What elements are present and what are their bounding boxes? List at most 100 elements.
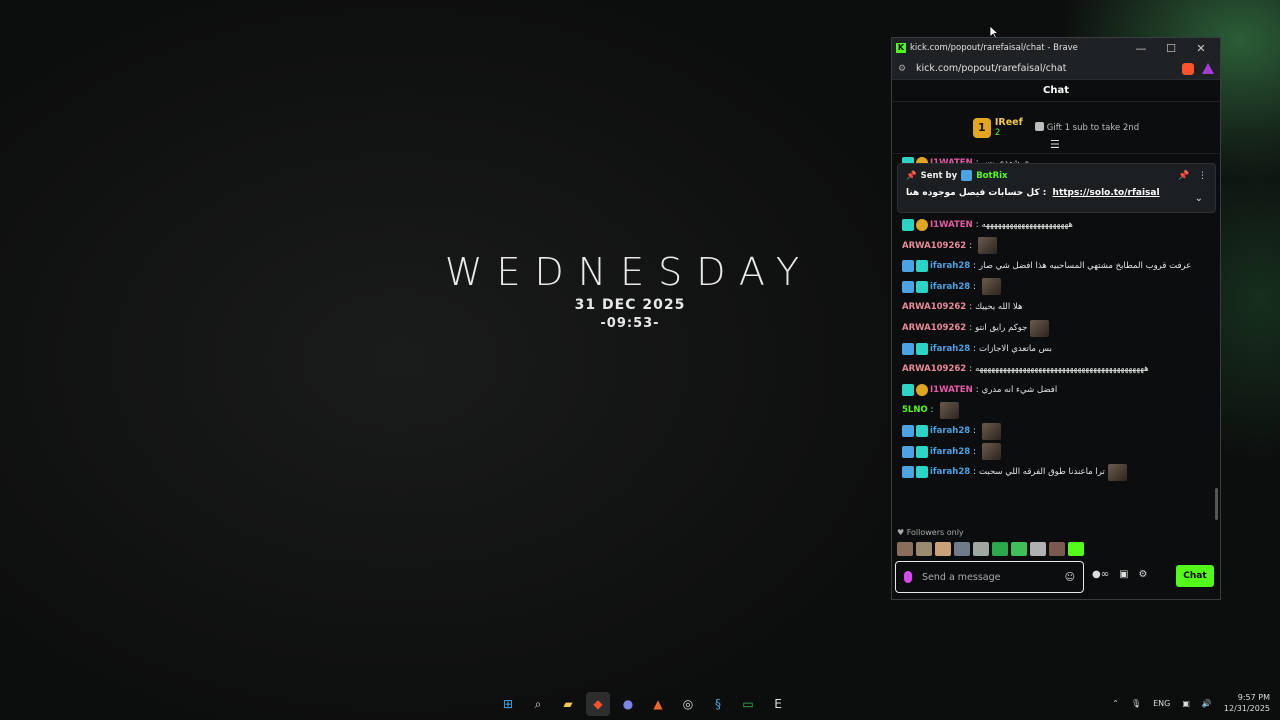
emote-image bbox=[982, 422, 1002, 440]
emote-quick[interactable] bbox=[1049, 542, 1065, 556]
chat-username[interactable]: ifarah28 bbox=[930, 467, 970, 477]
microphone-icon[interactable] bbox=[904, 571, 912, 583]
chat-message[interactable]: ifarah28: bbox=[902, 441, 1210, 462]
kicks-icon[interactable]: ●∞ bbox=[1092, 569, 1109, 580]
address-bar[interactable]: ⚙ kick.com/popout/rarefaisal/chat bbox=[892, 58, 1220, 80]
brave-rewards-icon[interactable] bbox=[1202, 63, 1214, 74]
chat-message[interactable]: ifarah28: ترا ماعندنا طوق الفرقه اللي سحب… bbox=[902, 462, 1210, 483]
maximize-button[interactable]: ☐ bbox=[1156, 42, 1186, 55]
emote-image bbox=[1107, 463, 1127, 481]
chat-username[interactable]: 5LNO bbox=[902, 405, 928, 415]
chat-message[interactable]: ifarah28: عرفت قروب المطابخ مشتهي المساحب… bbox=[902, 256, 1210, 277]
chat-message[interactable]: ARWA109262: ههههههههههههههههههههههههههههه… bbox=[902, 359, 1210, 380]
chat-username[interactable]: ifarah28 bbox=[930, 261, 970, 271]
chevron-down-icon[interactable]: ⌄ bbox=[1195, 193, 1203, 204]
chat-text: ترا ماعندنا طوق الفرقه اللي سحبت bbox=[979, 467, 1105, 478]
emote-quick[interactable] bbox=[1068, 542, 1084, 556]
settings-gear-icon[interactable]: ⚙ bbox=[1139, 569, 1148, 580]
volume-icon[interactable]: 🔊 bbox=[1202, 699, 1212, 708]
url-text[interactable]: kick.com/popout/rarefaisal/chat bbox=[916, 63, 1176, 74]
emote-quick-bar[interactable] bbox=[897, 542, 1084, 556]
chat-message[interactable]: I1WATEN: ههههههههههههههههههههههه bbox=[902, 215, 1210, 236]
chat-username[interactable]: I1WATEN bbox=[930, 220, 973, 230]
emote-quick[interactable] bbox=[935, 542, 951, 556]
emoji-icon[interactable]: ☺ bbox=[1065, 572, 1075, 583]
chat-message[interactable]: ifarah28: بس ماتعدي الاجازات bbox=[902, 338, 1210, 359]
message-composer[interactable]: ☺ bbox=[895, 561, 1084, 593]
chat-username[interactable]: ARWA109262 bbox=[902, 302, 966, 312]
sub-badge-icon bbox=[916, 342, 928, 355]
store-icon[interactable]: ▣ bbox=[1119, 569, 1128, 580]
language-indicator[interactable]: ENG bbox=[1153, 699, 1170, 708]
emote-quick[interactable] bbox=[1030, 542, 1046, 556]
gift-leaderboard[interactable]: 1 IReef 2 Gift 1 sub to take 2nd ☰ bbox=[892, 102, 1220, 154]
vip-badge-icon bbox=[902, 280, 914, 293]
pinned-author[interactable]: BotRix bbox=[976, 171, 1007, 181]
chat-message[interactable]: I1WATEN: افضل شيء انه مدري bbox=[902, 380, 1210, 401]
minimize-button[interactable]: — bbox=[1126, 42, 1156, 55]
followers-only-label: ♥ Followers only bbox=[897, 528, 964, 537]
network-icon[interactable]: ▣ bbox=[1182, 699, 1190, 708]
emote-image bbox=[982, 278, 1002, 296]
pin-icon: 📌 bbox=[906, 170, 917, 181]
kick-favicon-icon: K bbox=[896, 43, 906, 53]
colon-separator: : bbox=[973, 426, 977, 437]
filter-icon[interactable]: ☰ bbox=[1050, 138, 1060, 151]
chat-username[interactable]: ARWA109262 bbox=[902, 364, 966, 374]
chat-scrollbar[interactable] bbox=[1215, 488, 1218, 520]
chat-username[interactable]: I1WATEN bbox=[930, 385, 973, 395]
close-button[interactable]: ✕ bbox=[1186, 42, 1216, 55]
emote-quick[interactable] bbox=[973, 542, 989, 556]
app-s-icon[interactable]: § bbox=[706, 692, 730, 716]
gift-prompt[interactable]: Gift 1 sub to take 2nd bbox=[1034, 122, 1139, 133]
discord-icon[interactable]: ● bbox=[616, 692, 640, 716]
brave-browser-icon[interactable]: ◆ bbox=[586, 692, 610, 716]
title-bar[interactable]: K kick.com/popout/rarefaisal/chat - Brav… bbox=[892, 38, 1220, 58]
emote-image bbox=[978, 237, 998, 255]
chat-username[interactable]: ifarah28 bbox=[930, 426, 970, 436]
pinned-message[interactable]: 📌 Sent by BotRix 📌 ⋮ كل حسابات فيصل موجو… bbox=[897, 163, 1216, 213]
vip-badge-icon bbox=[902, 445, 914, 458]
vip-badge-icon bbox=[902, 342, 914, 355]
emote-quick[interactable] bbox=[1011, 542, 1027, 556]
pinned-link[interactable]: https://solo.to/rfaisal bbox=[1053, 188, 1160, 198]
wallpaper-day: WEDNESDAY bbox=[444, 250, 814, 294]
chat-message[interactable]: 5LNO: bbox=[902, 400, 1210, 421]
chat-username[interactable]: ifarah28 bbox=[930, 447, 970, 457]
brave-shield-icon[interactable] bbox=[1182, 62, 1194, 75]
app-a-icon[interactable]: ▲ bbox=[646, 692, 670, 716]
vip-badge-icon bbox=[902, 260, 914, 273]
send-chat-button[interactable]: Chat bbox=[1176, 565, 1214, 587]
start-icon[interactable]: ⊞ bbox=[496, 692, 520, 716]
chat-username[interactable]: ifarah28 bbox=[930, 282, 970, 292]
chat-message[interactable]: ARWA109262: هلا الله يحييك bbox=[902, 297, 1210, 318]
chat-toolbar: ●∞ ▣ ⚙ bbox=[1092, 569, 1147, 580]
system-clock[interactable]: 9:57 PM 12/31/2025 bbox=[1224, 692, 1270, 714]
emote-quick[interactable] bbox=[916, 542, 932, 556]
obs-icon[interactable]: ◎ bbox=[676, 692, 700, 716]
epic-games-icon[interactable]: E bbox=[766, 692, 790, 716]
pin-actions[interactable]: 📌 ⋮ bbox=[1178, 171, 1207, 181]
chevron-up-icon[interactable]: ⌃ bbox=[1112, 699, 1119, 708]
chat-message[interactable]: ifarah28: bbox=[902, 277, 1210, 298]
chat-message[interactable]: ifarah28: bbox=[902, 421, 1210, 442]
file-explorer-icon[interactable]: ▰ bbox=[556, 692, 580, 716]
chat-username[interactable]: ARWA109262 bbox=[902, 323, 966, 333]
emote-image bbox=[1030, 319, 1050, 337]
message-input[interactable] bbox=[922, 571, 1065, 583]
emote-quick[interactable] bbox=[954, 542, 970, 556]
chat-username[interactable]: ifarah28 bbox=[930, 344, 970, 354]
chat-text: هلا الله يحييك bbox=[975, 302, 1023, 313]
site-settings-icon[interactable]: ⚙ bbox=[898, 64, 916, 74]
browser-window: K kick.com/popout/rarefaisal/chat - Brav… bbox=[891, 37, 1221, 600]
colon-separator: : bbox=[930, 405, 934, 416]
emote-quick[interactable] bbox=[897, 542, 913, 556]
chat-message[interactable]: ARWA109262: bbox=[902, 235, 1210, 256]
chat-message[interactable]: ARWA109262: جوكم رايق انتو bbox=[902, 318, 1210, 339]
search-icon[interactable]: ⌕ bbox=[526, 692, 550, 716]
chat-username[interactable]: ARWA109262 bbox=[902, 241, 966, 251]
clock-time: 9:57 PM bbox=[1237, 693, 1270, 702]
microphone-tray-icon[interactable]: 🎙 bbox=[1131, 699, 1141, 708]
emote-quick[interactable] bbox=[992, 542, 1008, 556]
terminal-icon[interactable]: ▭ bbox=[736, 692, 760, 716]
